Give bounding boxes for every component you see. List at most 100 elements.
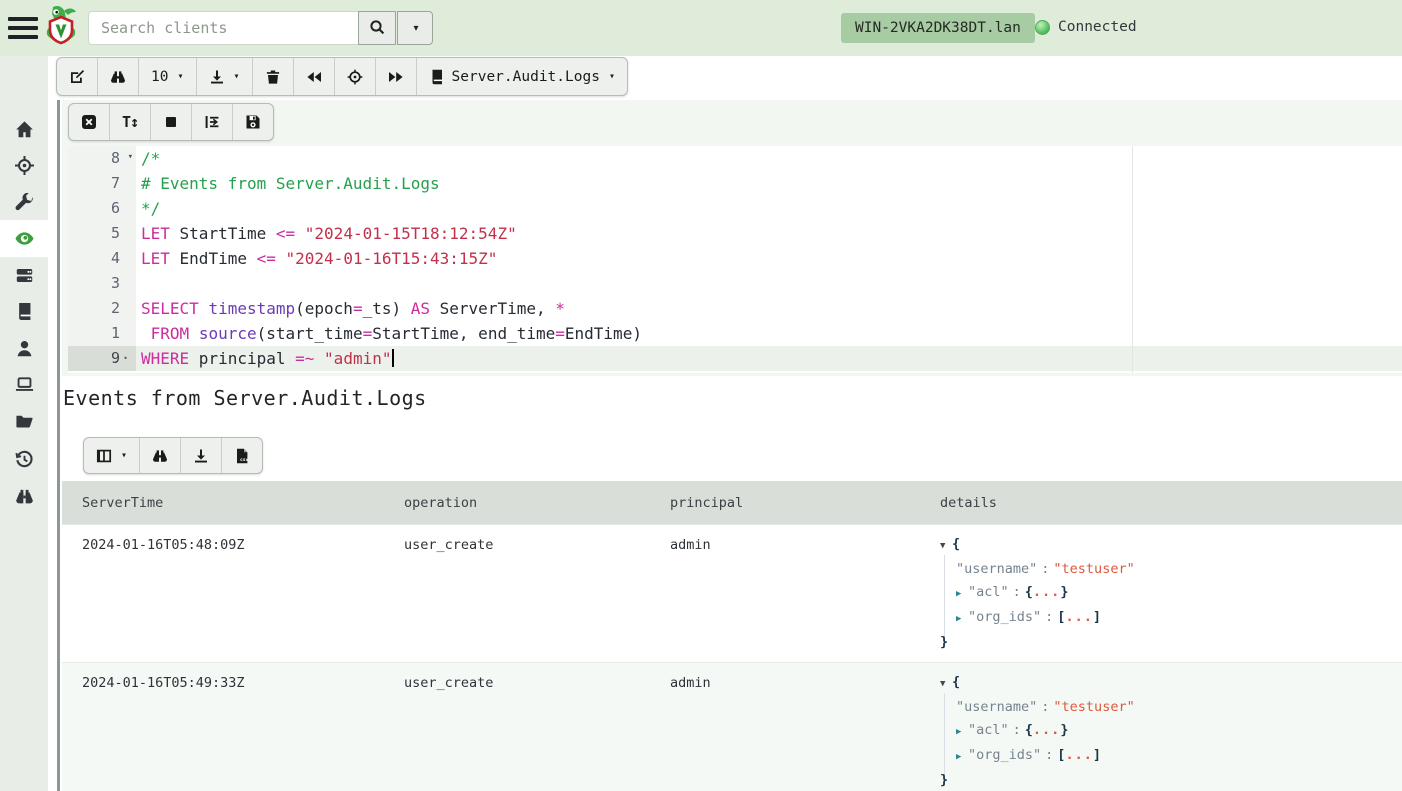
sidebar-item-vfs[interactable] bbox=[0, 403, 48, 440]
column-header-operation[interactable]: operation bbox=[384, 481, 650, 525]
editor-line[interactable]: 5LET StartTime <= "2024-01-15T18:12:54Z" bbox=[68, 221, 1402, 246]
notebook-cell-marker[interactable] bbox=[57, 100, 60, 791]
collapse-arrow-icon[interactable]: ▼ bbox=[940, 535, 952, 558]
velociraptor-logo[interactable] bbox=[44, 4, 78, 52]
editor-gutter-cell[interactable]: 8▾ bbox=[68, 146, 136, 171]
delete-cell-button[interactable] bbox=[253, 58, 294, 95]
editor-gutter-cell[interactable]: 4 bbox=[68, 246, 136, 271]
previous-cell-button[interactable] bbox=[294, 58, 335, 95]
edit-cell-button[interactable] bbox=[57, 58, 98, 95]
page-size-button[interactable]: 10▾ bbox=[139, 58, 197, 95]
export-csv-button[interactable]: csv bbox=[222, 438, 262, 473]
book-icon bbox=[429, 69, 445, 85]
json-string-value: "testuser" bbox=[1053, 558, 1134, 581]
column-header-details[interactable]: details bbox=[920, 481, 1402, 525]
editor-gutter-cell[interactable]: 7 bbox=[68, 171, 136, 196]
close-editor-button[interactable] bbox=[69, 104, 110, 140]
json-line: } bbox=[940, 631, 1382, 654]
json-brace: ] bbox=[1093, 744, 1101, 767]
sidebar-item-collected-artifacts[interactable] bbox=[0, 441, 48, 478]
editor-line[interactable]: 9·WHERE principal =~ "admin" bbox=[68, 346, 1402, 371]
text-size-button[interactable]: T↕ bbox=[110, 104, 151, 140]
recalculate-cell-button[interactable] bbox=[335, 58, 376, 95]
column-header-servertime[interactable]: ServerTime bbox=[62, 481, 384, 525]
sidebar-item-server-events[interactable] bbox=[0, 293, 48, 330]
artifact-selector-button[interactable]: Server.Audit.Logs▾ bbox=[417, 58, 627, 95]
client-hostname-badge[interactable]: WIN-2VKA2DK38DT.lan bbox=[841, 13, 1035, 43]
download-button[interactable]: ▾ bbox=[197, 58, 253, 95]
code-token: StartTime, end_time bbox=[372, 324, 555, 343]
velociraptor-app: ▾ WIN-2VKA2DK38DT.lan Connected 10▾▾Serv… bbox=[0, 0, 1402, 791]
chevron-down-icon: ▾ bbox=[609, 71, 615, 82]
json-brace: { bbox=[1025, 581, 1033, 604]
expand-arrow-icon[interactable]: ▶ bbox=[956, 583, 968, 606]
json-brace: } bbox=[1060, 581, 1068, 604]
search-button[interactable] bbox=[358, 11, 396, 45]
json-key: "acl" bbox=[968, 719, 1009, 742]
editor-line[interactable]: 1 FROM source(start_time=StartTime, end_… bbox=[68, 321, 1402, 346]
download-icon bbox=[193, 448, 209, 464]
json-brace: ] bbox=[1093, 606, 1101, 629]
chevron-down-icon: ▾ bbox=[121, 450, 127, 461]
editor-line[interactable]: 4LET EndTime <= "2024-01-16T15:43:15Z" bbox=[68, 246, 1402, 271]
fold-caret-icon[interactable]: ▾ bbox=[128, 145, 133, 170]
json-colon: : bbox=[1037, 558, 1053, 581]
editor-line[interactable]: 6 */ bbox=[68, 196, 1402, 221]
sidebar-item-hunts[interactable] bbox=[0, 147, 48, 184]
editor-gutter-cell[interactable]: 6 bbox=[68, 196, 136, 221]
editor-gutter-cell[interactable]: 9· bbox=[68, 346, 136, 371]
sidebar-item-client-events[interactable] bbox=[0, 478, 48, 515]
save-cell-button[interactable] bbox=[233, 104, 273, 140]
menu-button[interactable] bbox=[8, 13, 38, 43]
expand-arrow-icon[interactable]: ▶ bbox=[956, 608, 968, 631]
editor-line[interactable]: 2SELECT timestamp(epoch=_ts) AS ServerTi… bbox=[68, 296, 1402, 321]
code-token: <= bbox=[276, 224, 295, 243]
trash-icon bbox=[265, 69, 281, 85]
code-token: LET bbox=[141, 224, 170, 243]
save-icon bbox=[245, 114, 261, 130]
sidebar-item-host-info[interactable] bbox=[0, 366, 48, 403]
topbar: ▾ WIN-2VKA2DK38DT.lan Connected bbox=[0, 0, 1402, 56]
search-options-button[interactable]: ▾ bbox=[397, 11, 433, 45]
editor-gutter-cell[interactable]: 5 bbox=[68, 221, 136, 246]
search-table-button[interactable] bbox=[140, 438, 181, 473]
crosshairs-icon bbox=[15, 156, 34, 175]
editor-code-line: WHERE principal =~ "admin" bbox=[136, 346, 1402, 371]
code-token: WHERE bbox=[141, 349, 189, 368]
connected-status-icon bbox=[1035, 20, 1050, 35]
editor-line[interactable]: 3 bbox=[68, 271, 1402, 296]
json-ellipsis: ... bbox=[1033, 719, 1060, 742]
editor-code-line: SELECT timestamp(epoch=_ts) AS ServerTim… bbox=[136, 296, 1402, 321]
column-header-principal[interactable]: principal bbox=[650, 481, 920, 525]
code-token: */ bbox=[141, 199, 160, 218]
sidebar-item-users[interactable] bbox=[0, 330, 48, 367]
stop-calculation-button[interactable] bbox=[151, 104, 192, 140]
editor-line[interactable]: 7# Events from Server.Audit.Logs bbox=[68, 171, 1402, 196]
home-icon bbox=[15, 120, 34, 139]
code-token: LET bbox=[141, 249, 170, 268]
sidebar-item-server-artifacts[interactable] bbox=[0, 184, 48, 221]
vql-editor[interactable]: 8▾/*7# Events from Server.Audit.Logs6 */ 5… bbox=[68, 146, 1402, 373]
editor-gutter-cell[interactable]: 1 bbox=[68, 321, 136, 346]
sidebar-item-server-dashboard[interactable] bbox=[0, 257, 48, 294]
search-clients-input[interactable] bbox=[88, 11, 358, 45]
column-selector-button[interactable]: ▾ bbox=[84, 438, 140, 473]
editor-gutter-cell[interactable]: 3 bbox=[68, 271, 136, 296]
collapse-arrow-icon[interactable]: ▼ bbox=[940, 673, 952, 696]
target-icon bbox=[347, 69, 363, 85]
sidebar-item-notebooks[interactable] bbox=[0, 220, 48, 257]
editor-gutter-cell[interactable]: 2 bbox=[68, 296, 136, 321]
search-notebook-button[interactable] bbox=[98, 58, 139, 95]
expand-arrow-icon[interactable]: ▶ bbox=[956, 721, 968, 744]
json-brace: } bbox=[940, 769, 948, 791]
cell-principal: admin bbox=[650, 525, 920, 663]
cell-operation: user_create bbox=[384, 663, 650, 791]
json-colon: : bbox=[1041, 606, 1057, 629]
sidebar-item-home[interactable] bbox=[0, 111, 48, 148]
reformat-vql-button[interactable] bbox=[192, 104, 233, 140]
download-table-button[interactable] bbox=[181, 438, 222, 473]
expand-arrow-icon[interactable]: ▶ bbox=[956, 746, 968, 769]
next-cell-button[interactable] bbox=[376, 58, 417, 95]
editor-line[interactable]: 8▾/* bbox=[68, 146, 1402, 171]
json-line: "username":"testuser" bbox=[940, 558, 1382, 581]
